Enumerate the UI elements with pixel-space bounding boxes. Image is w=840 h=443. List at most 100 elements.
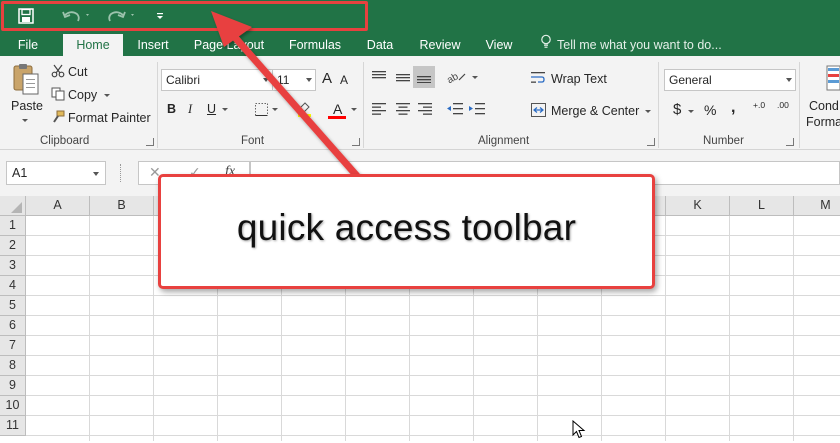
comma-button[interactable]: , <box>731 99 735 117</box>
align-top-icon[interactable] <box>370 68 388 86</box>
gridline <box>729 216 730 441</box>
align-right-icon[interactable] <box>416 100 434 118</box>
orientation-dropdown-icon[interactable] <box>472 76 478 79</box>
row-header[interactable]: 5 <box>0 296 26 316</box>
tab-page-layout[interactable]: Page Layout <box>190 34 268 56</box>
gridline <box>26 375 840 376</box>
row-header[interactable]: 9 <box>0 376 26 396</box>
tab-view[interactable]: View <box>479 34 519 56</box>
number-launcher-icon[interactable] <box>786 138 794 146</box>
bold-button[interactable]: B <box>167 102 176 116</box>
scissors-icon <box>50 63 66 79</box>
font-launcher-icon[interactable] <box>352 138 360 146</box>
underline-button[interactable]: U <box>207 102 216 116</box>
splitter-handle[interactable] <box>120 164 122 182</box>
copy-icon <box>50 86 66 102</box>
tab-review[interactable]: Review <box>412 34 468 56</box>
ribbon-home: Paste Cut Copy Format Painter Clipboard … <box>0 56 840 150</box>
align-center-icon[interactable] <box>394 100 412 118</box>
row-header[interactable]: 3 <box>0 256 26 276</box>
increase-decimal-button[interactable]: +.0 <box>753 101 771 110</box>
row-header[interactable]: 7 <box>0 336 26 356</box>
tab-insert[interactable]: Insert <box>130 34 176 56</box>
column-header[interactable]: A <box>26 196 90 216</box>
conditional-formatting-label-2[interactable]: Forma <box>806 115 840 129</box>
font-name-box[interactable]: Calibri <box>161 69 273 91</box>
borders-dropdown-icon[interactable] <box>272 108 278 111</box>
tab-file[interactable]: File <box>4 34 52 56</box>
copy-button[interactable]: Copy <box>68 88 97 102</box>
row-header[interactable]: 8 <box>0 356 26 376</box>
row-header[interactable]: 1 <box>0 216 26 236</box>
alignment-launcher-icon[interactable] <box>647 138 655 146</box>
borders-icon[interactable] <box>253 101 269 117</box>
font-size-value: 11 <box>277 73 290 87</box>
lightbulb-icon <box>540 34 552 56</box>
fill-color-icon[interactable] <box>296 101 312 117</box>
font-color-swatch <box>328 116 346 119</box>
tell-me-search[interactable]: Tell me what you want to do... <box>540 34 722 56</box>
tab-data[interactable]: Data <box>360 34 400 56</box>
row-header[interactable]: 2 <box>0 236 26 256</box>
paste-label[interactable]: Paste <box>11 99 43 113</box>
format-painter-button[interactable]: Format Painter <box>68 111 151 125</box>
separator <box>157 62 158 148</box>
row-header[interactable]: 6 <box>0 316 26 336</box>
font-color-dropdown-icon[interactable] <box>351 108 357 111</box>
name-box[interactable]: A1 <box>6 161 106 185</box>
align-left-icon[interactable] <box>370 100 388 118</box>
increase-indent-icon[interactable] <box>468 100 486 118</box>
separator <box>363 62 364 148</box>
decrease-font-button[interactable]: A <box>340 73 348 87</box>
gridline <box>26 395 840 396</box>
font-name-value: Calibri <box>166 73 201 87</box>
callout-box: quick access toolbar <box>158 174 655 289</box>
gridline <box>665 216 666 441</box>
row-header[interactable]: 11 <box>0 416 26 436</box>
wrap-text-button[interactable]: Wrap Text <box>551 72 607 86</box>
gridline <box>26 415 840 416</box>
mouse-cursor-icon <box>572 419 586 443</box>
cut-button[interactable]: Cut <box>68 65 87 79</box>
row-header[interactable]: 10 <box>0 396 26 416</box>
paste-button[interactable] <box>8 62 44 98</box>
wrap-text-icon <box>530 70 546 86</box>
increase-font-button[interactable]: A <box>322 70 332 87</box>
conditional-formatting-icon <box>823 64 840 92</box>
align-middle-icon[interactable] <box>394 68 412 86</box>
tab-home[interactable]: Home <box>63 34 123 57</box>
column-header[interactable]: B <box>90 196 154 216</box>
currency-button[interactable]: $ <box>673 101 681 118</box>
merge-dropdown-icon[interactable] <box>645 110 651 113</box>
font-size-box[interactable]: 11 <box>272 69 316 91</box>
name-box-value: A1 <box>12 166 28 180</box>
alignment-group-label: Alignment <box>478 135 530 147</box>
ribbon-tabs: File Home Insert Page Layout Formulas Da… <box>0 34 840 57</box>
clipboard-launcher-icon[interactable] <box>146 138 154 146</box>
paste-dropdown-icon[interactable] <box>22 119 28 122</box>
row-header[interactable]: 4 <box>0 276 26 296</box>
number-format-box[interactable]: General <box>664 69 796 91</box>
percent-button[interactable]: % <box>704 102 716 118</box>
tab-formulas[interactable]: Formulas <box>282 34 348 56</box>
underline-dropdown-icon[interactable] <box>222 108 228 111</box>
decrease-indent-icon[interactable] <box>446 100 464 118</box>
gridline <box>26 335 840 336</box>
copy-dropdown-icon[interactable] <box>104 94 110 97</box>
italic-button[interactable]: I <box>188 102 192 117</box>
conditional-formatting-button[interactable]: Cond <box>809 99 839 113</box>
merge-center-button[interactable]: Merge & Center <box>551 104 639 118</box>
decrease-decimal-button[interactable]: .00 <box>777 101 795 110</box>
callout-label: quick access toolbar <box>236 207 577 248</box>
gridline <box>26 295 840 296</box>
column-header[interactable]: L <box>730 196 794 216</box>
orientation-icon[interactable]: ab <box>446 68 468 86</box>
currency-dropdown-icon[interactable] <box>688 110 694 113</box>
font-color-button[interactable]: A <box>333 101 342 117</box>
align-bottom-icon[interactable] <box>413 66 435 88</box>
chevron-down-icon <box>786 78 792 82</box>
separator <box>658 62 659 148</box>
select-all-button[interactable] <box>0 196 26 216</box>
column-header[interactable]: M <box>794 196 840 216</box>
column-header[interactable]: K <box>666 196 730 216</box>
